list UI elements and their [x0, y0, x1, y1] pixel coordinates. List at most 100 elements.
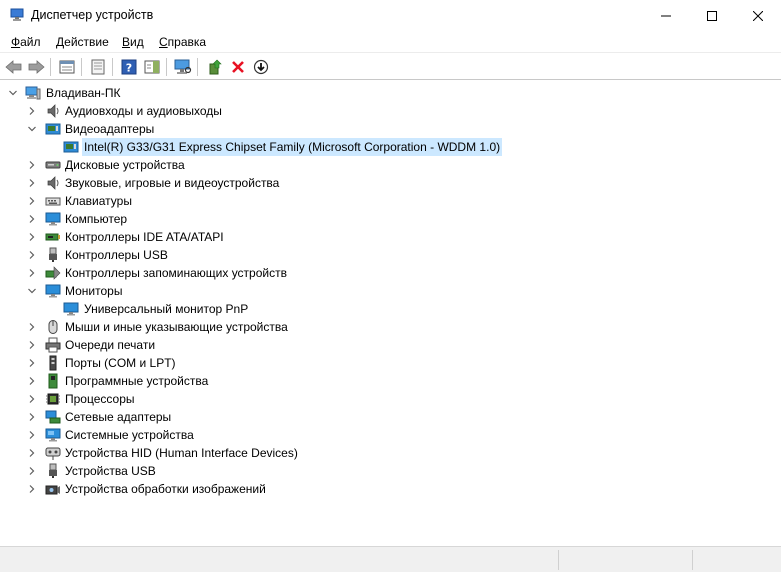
chevron-down-icon[interactable] [27, 286, 37, 296]
forward-button[interactable] [26, 57, 46, 77]
tree-category[interactable]: Аудиовходы и аудиовыходы [0, 102, 781, 120]
disable-device-button[interactable] [251, 57, 271, 77]
help-icon: ? [121, 59, 137, 75]
chevron-down-icon[interactable] [27, 124, 37, 134]
chevron-right-icon[interactable] [27, 466, 37, 476]
status-bar [0, 546, 781, 572]
chevron-right-icon[interactable] [27, 376, 37, 386]
properties-panel-icon [59, 60, 75, 74]
chevron-right-icon[interactable] [27, 160, 37, 170]
tree-category[interactable]: Мыши и иные указывающие устройства [0, 318, 781, 336]
scan-hardware-icon [174, 59, 192, 74]
tree-category[interactable]: Устройства HID (Human Interface Devices) [0, 444, 781, 462]
status-pane [558, 550, 559, 570]
tree-category[interactable]: Программные устройства [0, 372, 781, 390]
tree-item-label: Дисковые устройства [65, 158, 185, 172]
port-icon [45, 355, 61, 371]
tree-item-label: Мониторы [65, 284, 123, 298]
minimize-icon [661, 15, 671, 16]
chevron-right-icon[interactable] [27, 430, 37, 440]
tree-item-label: Универсальный монитор PnP [84, 302, 249, 316]
show-hidden-button[interactable] [88, 57, 108, 77]
chevron-right-icon[interactable] [27, 394, 37, 404]
svg-text:?: ? [126, 62, 132, 75]
printer-icon [45, 337, 61, 353]
toolbar-separator [166, 58, 167, 76]
tree-category[interactable]: Устройства USB [0, 462, 781, 480]
action-pane-button[interactable] [142, 57, 162, 77]
tree-category[interactable]: Контроллеры запоминающих устройств [0, 264, 781, 282]
keyboard-icon [45, 193, 61, 209]
tree-category[interactable]: Мониторы [0, 282, 781, 300]
tree-item-label: Контроллеры USB [65, 248, 168, 262]
camera-icon [45, 481, 61, 497]
speaker-icon [45, 103, 61, 119]
tree-device[interactable]: Intel(R) G33/G31 Express Chipset Family … [0, 138, 781, 156]
status-pane [692, 550, 693, 570]
update-driver-button[interactable] [205, 57, 225, 77]
tree-item-label: Контроллеры IDE ATA/ATAPI [65, 230, 224, 244]
storage-controller-icon [45, 265, 61, 281]
chevron-right-icon[interactable] [27, 196, 37, 206]
toolbar-separator [197, 58, 198, 76]
tree-device[interactable]: Универсальный монитор PnP [0, 300, 781, 318]
menu-action[interactable]: Действие [56, 35, 109, 49]
minimize-button[interactable] [643, 0, 689, 31]
device-manager-icon [10, 8, 24, 21]
chevron-right-icon[interactable] [27, 358, 37, 368]
tree-category[interactable]: Контроллеры USB [0, 246, 781, 264]
chevron-right-icon[interactable] [27, 448, 37, 458]
tree-item-label: Очереди печати [65, 338, 156, 352]
menu-file[interactable]: Файл [11, 35, 41, 49]
window-title: Диспетчер устройств [31, 8, 154, 22]
scan-hardware-button[interactable] [173, 57, 193, 77]
uninstall-device-button[interactable] [228, 57, 248, 77]
tree-category[interactable]: Видеоадаптеры [0, 120, 781, 138]
chevron-down-icon[interactable] [8, 88, 18, 98]
maximize-button[interactable] [689, 0, 735, 31]
tree-category[interactable]: Устройства обработки изображений [0, 480, 781, 498]
tree-category[interactable]: Дисковые устройства [0, 156, 781, 174]
tree-category[interactable]: Очереди печати [0, 336, 781, 354]
chevron-right-icon[interactable] [27, 412, 37, 422]
back-arrow-icon [5, 60, 22, 74]
tree-root-computer[interactable]: Владиван-ПК [0, 84, 781, 102]
help-button[interactable]: ? [119, 57, 139, 77]
tree-item-label: Аудиовходы и аудиовыходы [65, 104, 222, 118]
system-device-icon [45, 427, 61, 443]
tree-category[interactable]: Порты (COM и LPT) [0, 354, 781, 372]
chevron-right-icon[interactable] [27, 232, 37, 242]
tree-category[interactable]: Контроллеры IDE ATA/ATAPI [0, 228, 781, 246]
tree-item-label: Владиван-ПК [46, 86, 121, 100]
close-button[interactable] [735, 0, 781, 31]
tree-category[interactable]: Сетевые адаптеры [0, 408, 781, 426]
chevron-right-icon[interactable] [27, 250, 37, 260]
tree-category[interactable]: Клавиатуры [0, 192, 781, 210]
hid-icon [45, 445, 61, 461]
chevron-right-icon[interactable] [27, 106, 37, 116]
chevron-right-icon[interactable] [27, 340, 37, 350]
tree-category[interactable]: Процессоры [0, 390, 781, 408]
tree-item-label: Сетевые адаптеры [65, 410, 172, 424]
maximize-icon [707, 10, 717, 21]
properties-panel-button[interactable] [57, 57, 77, 77]
tree-category[interactable]: Компьютер [0, 210, 781, 228]
disable-device-icon [253, 59, 269, 75]
speaker-icon [45, 175, 61, 191]
menu-help[interactable]: Справка [159, 35, 206, 49]
update-driver-icon [209, 59, 222, 75]
chevron-right-icon[interactable] [27, 484, 37, 494]
tree-category[interactable]: Системные устройства [0, 426, 781, 444]
chevron-right-icon[interactable] [27, 214, 37, 224]
chevron-right-icon[interactable] [27, 178, 37, 188]
back-button[interactable] [4, 57, 24, 77]
processor-icon [45, 391, 61, 407]
chevron-right-icon[interactable] [27, 268, 37, 278]
tree-item-label: Контроллеры запоминающих устройств [65, 266, 287, 280]
menu-view[interactable]: Вид [122, 35, 144, 49]
tree-category[interactable]: Звуковые, игровые и видеоустройства [0, 174, 781, 192]
software-device-icon [45, 373, 61, 389]
chevron-right-icon[interactable] [27, 322, 37, 332]
tree-item-label: Звуковые, игровые и видеоустройства [65, 176, 280, 190]
toolbar-separator [50, 58, 51, 76]
